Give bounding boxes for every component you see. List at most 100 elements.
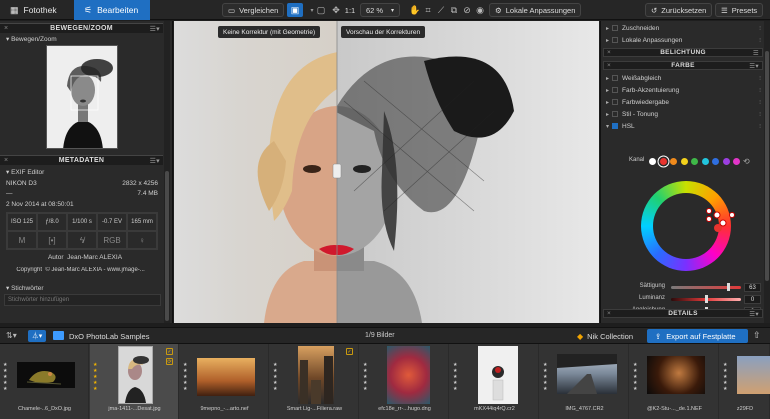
hsl-row[interactable]: ▾ HSL ⁝ xyxy=(603,121,763,131)
slider-knob[interactable] xyxy=(705,295,708,303)
rating-stars[interactable]: ★ ★ ★ ★ ★ xyxy=(453,362,458,392)
info-icon[interactable]: ⁝ xyxy=(759,75,761,82)
details-header[interactable]: × DETAILS ☰▾ xyxy=(603,309,763,318)
style-toning-row[interactable]: ▸ Stil - Tonung ⁝ xyxy=(603,109,763,119)
keywords-section[interactable]: ▾ Stichwörter xyxy=(6,284,44,292)
repair-icon[interactable]: ⊘ xyxy=(460,3,474,17)
close-icon[interactable]: × xyxy=(607,310,611,317)
left-scrollbar[interactable] xyxy=(164,21,170,323)
crop-icon[interactable]: ⌗ xyxy=(421,3,435,17)
eye-icon[interactable]: ◉ xyxy=(473,3,487,17)
move-zoom-section[interactable]: ▾ Bewegen/Zoom xyxy=(6,35,57,43)
channel-swatch[interactable] xyxy=(712,158,719,165)
share-icon[interactable]: ⇧ xyxy=(753,330,761,341)
close-icon[interactable]: × xyxy=(607,62,611,69)
checkbox[interactable] xyxy=(612,99,618,105)
metadata-header[interactable]: × METADATEN ☰▾ xyxy=(0,155,163,165)
close-icon[interactable]: × xyxy=(4,25,8,32)
film-item[interactable]: ★ ★ ★ ★ ★ ✓ Smart Lig-...Filiera.raw xyxy=(270,344,359,419)
checkbox[interactable] xyxy=(612,111,618,117)
film-item[interactable]: ★ ★ ★ ★ ★ @K2-Stu-..._de.1.NEF xyxy=(630,344,719,419)
checkbox[interactable] xyxy=(612,37,618,43)
rating-stars[interactable]: ★ ★ ★ ★ ★ xyxy=(723,362,728,392)
keywords-input[interactable]: Stichwörter hinzufügen xyxy=(4,294,161,306)
exposure-header[interactable]: × BELICHTUNG ☰ xyxy=(603,48,763,57)
checkbox[interactable] xyxy=(612,25,618,31)
exif-editor-section[interactable]: ▾ EXIF Editor xyxy=(6,168,44,176)
local-adjustments-button[interactable]: ⚙ Lokale Anpassungen xyxy=(489,3,582,17)
info-icon[interactable]: ⁝ xyxy=(759,37,761,44)
compare-button[interactable]: ▭ Vergleichen xyxy=(222,3,285,17)
color-accent-row[interactable]: ▸ Farb-Akzentuierung ⁝ xyxy=(603,85,763,95)
rating-stars[interactable]: ★ ★ ★ ★ ★ xyxy=(3,362,8,392)
sort-icon[interactable]: ⇅▾ xyxy=(6,331,17,340)
channel-swatch[interactable] xyxy=(722,158,730,165)
eyedropper-icon[interactable]: ⟋ xyxy=(434,3,448,17)
right-scrollbar[interactable] xyxy=(764,21,770,323)
crop-tool-row[interactable]: ▸ Zuschneiden ⁝ xyxy=(603,23,763,33)
split-view-icon[interactable]: ▣ xyxy=(287,3,303,17)
rating-stars[interactable]: ★ ★ ★ ★ ★ xyxy=(363,362,368,392)
slider-value[interactable]: 63 xyxy=(744,283,761,292)
channel-swatch[interactable] xyxy=(733,158,740,165)
channel-swatch[interactable] xyxy=(691,158,698,165)
sync-icon[interactable]: ⟲ xyxy=(743,157,750,166)
film-item[interactable]: ★ ★ ★ ★ ★ efc18e_rr-...hugo.dng xyxy=(360,344,449,419)
tab-library[interactable]: ▦ Fotothek xyxy=(0,0,82,20)
info-icon[interactable]: ⁝ xyxy=(759,123,761,130)
film-item[interactable]: ★ ★ ★ ★ ★ 9mepno_-...arto.nef xyxy=(180,344,269,419)
filter-icon[interactable]: ⏃▾ xyxy=(28,330,46,342)
menu-icon[interactable]: ☰▾ xyxy=(150,25,160,33)
slider-knob[interactable] xyxy=(727,283,731,291)
hand-tool-icon[interactable]: ✋ xyxy=(408,3,422,17)
rating-stars[interactable]: ★ ★ ★ ★ ★ xyxy=(93,362,98,392)
color-header[interactable]: × FARBE ☰▾ xyxy=(603,61,763,70)
fullscreen-icon[interactable]: ▢ xyxy=(314,3,328,17)
image-viewer[interactable]: Keine Korrektur (mit Geometrie) Vorschau… xyxy=(174,21,599,323)
menu-icon[interactable]: ☰ xyxy=(753,49,759,57)
menu-icon[interactable]: ☰▾ xyxy=(749,62,759,70)
close-icon[interactable]: × xyxy=(4,157,8,164)
rating-stars[interactable]: ★ ★ ★ ★ ★ xyxy=(273,362,278,392)
white-balance-row[interactable]: ▸ Weißabgleich ⁝ xyxy=(603,73,763,83)
rating-stars[interactable]: ★ ★ ★ ★ ★ xyxy=(183,362,188,392)
close-icon[interactable]: × xyxy=(607,49,611,56)
move-icon[interactable]: ✥ xyxy=(329,3,343,17)
slider-track[interactable] xyxy=(671,295,741,303)
info-icon[interactable]: ⁝ xyxy=(759,25,761,32)
author-value[interactable]: Jean-Marc ALEXIA xyxy=(67,254,122,261)
film-item-selected[interactable]: ★ ★ ★ ★ ★ ✓ ⟳ jma-1411-...Desat.jpg xyxy=(90,344,179,419)
channel-swatch[interactable] xyxy=(701,158,709,165)
local-adjust-row[interactable]: ▸ Lokale Anpassungen ⁝ xyxy=(603,35,763,45)
info-icon[interactable]: ⁝ xyxy=(759,87,761,94)
checkbox[interactable] xyxy=(612,87,618,93)
navigator-thumbnail[interactable] xyxy=(46,45,118,149)
channel-swatch[interactable] xyxy=(670,158,677,165)
hue-range-handles[interactable] xyxy=(701,201,741,245)
rating-stars[interactable]: ★ ★ ★ ★ ★ xyxy=(633,362,638,392)
nik-collection-button[interactable]: ◆ Nik Collection xyxy=(577,330,633,342)
info-icon[interactable]: ⁝ xyxy=(759,111,761,118)
info-icon[interactable]: ⁝ xyxy=(759,99,761,106)
checkbox[interactable] xyxy=(612,75,618,81)
menu-icon[interactable]: ☰▾ xyxy=(749,310,759,318)
film-item[interactable]: ★ ★ ★ ★ ★ z29FD xyxy=(720,344,770,419)
channel-swatch[interactable] xyxy=(659,158,667,165)
export-button[interactable]: ⇪ Export auf Festplatte xyxy=(647,329,748,343)
slider-value[interactable]: 0 xyxy=(744,295,761,304)
redeye-icon[interactable]: ⧉ xyxy=(447,3,461,17)
tab-customize[interactable]: ⚟ Bearbeiten xyxy=(74,0,150,20)
move-zoom-header[interactable]: × BEWEGEN/ZOOM ☰▾ xyxy=(0,23,163,33)
rating-stars[interactable]: ★ ★ ★ ★ ★ xyxy=(543,362,548,392)
zoom-level-select[interactable]: 62 % ▾ xyxy=(360,3,400,17)
copyright-value[interactable]: © Jean-Marc ALEXIA - www.jmage-... xyxy=(45,267,144,273)
zoom-1to1-button[interactable]: 1:1 xyxy=(342,3,358,17)
checkbox-checked[interactable] xyxy=(612,123,618,129)
film-item[interactable]: ★ ★ ★ ★ ★ mKX44iq4rQ.cr2 xyxy=(450,344,539,419)
presets-button[interactable]: ☰ Presets xyxy=(715,3,764,17)
slider-track[interactable] xyxy=(671,283,741,291)
channel-swatch[interactable] xyxy=(649,158,656,165)
film-item[interactable]: ★ ★ ★ ★ ★ Chamele-..6_DxO.jpg xyxy=(0,344,89,419)
scrollbar-thumb[interactable] xyxy=(165,171,169,321)
film-item[interactable]: ★ ★ ★ ★ ★ IMG_4767.CR2 xyxy=(540,344,629,419)
